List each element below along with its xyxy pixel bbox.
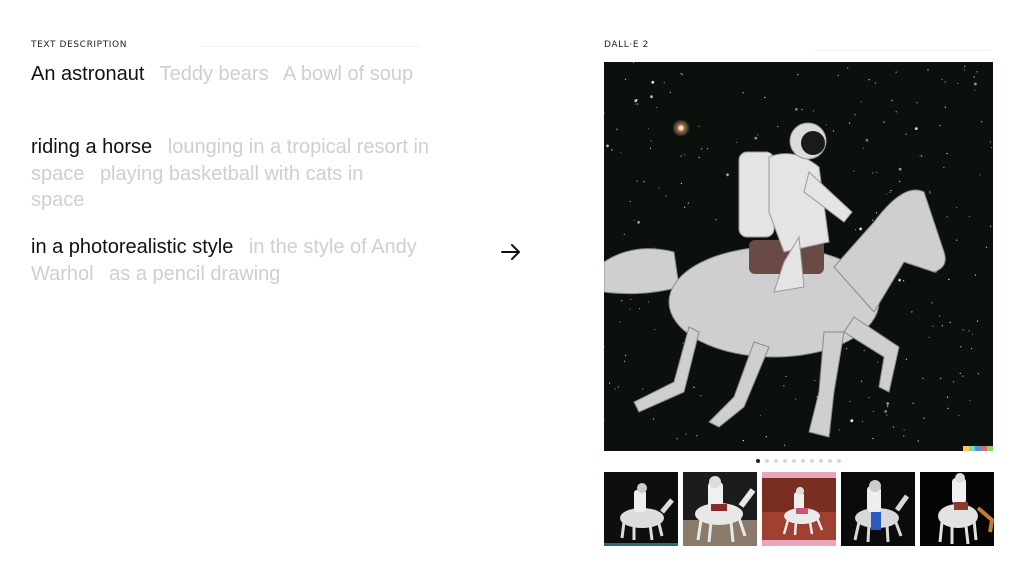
- astronaut-riding-horse-image: [604, 62, 993, 451]
- generated-image[interactable]: [604, 62, 993, 451]
- pager-dot[interactable]: [792, 459, 796, 463]
- option-a-bowl-of-soup[interactable]: A bowl of soup: [283, 63, 413, 85]
- option-riding-a-horse[interactable]: riding a horse: [31, 136, 152, 158]
- pager-dot[interactable]: [765, 459, 769, 463]
- pager-dot[interactable]: [819, 459, 823, 463]
- option-teddy-bears[interactable]: Teddy bears: [160, 63, 269, 85]
- color-signature-strip: [963, 446, 993, 451]
- pager-dot[interactable]: [801, 459, 805, 463]
- pager-dot[interactable]: [783, 459, 787, 463]
- thumbnail-3[interactable]: [762, 472, 836, 546]
- divider: [815, 50, 990, 51]
- option-photorealistic-style[interactable]: in a photorealistic style: [31, 236, 233, 258]
- thumbnail-strip: [604, 472, 994, 546]
- dalle-2-label: DALL·E 2: [604, 40, 649, 50]
- prompt-style-options: in a photorealistic style in the style o…: [31, 234, 431, 287]
- option-an-astronaut[interactable]: An astronaut: [31, 63, 144, 85]
- thumbnail-1[interactable]: [604, 472, 678, 546]
- pager-dot[interactable]: [837, 459, 841, 463]
- prompt-subject-options: An astronaut Teddy bears A bowl of soup: [31, 61, 431, 88]
- divider: [200, 46, 420, 47]
- thumbnail-2[interactable]: [683, 472, 757, 546]
- image-pager: [756, 459, 841, 463]
- thumbnail-5[interactable]: [920, 472, 994, 546]
- arrow-right-icon[interactable]: [500, 241, 522, 263]
- text-description-label: TEXT DESCRIPTION: [31, 40, 128, 50]
- pager-dot[interactable]: [828, 459, 832, 463]
- pager-dot[interactable]: [756, 459, 760, 463]
- pager-dot[interactable]: [810, 459, 814, 463]
- thumbnail-4[interactable]: [841, 472, 915, 546]
- pager-dot[interactable]: [774, 459, 778, 463]
- prompt-action-options: riding a horse lounging in a tropical re…: [31, 134, 431, 214]
- option-pencil-drawing[interactable]: as a pencil drawing: [109, 263, 280, 285]
